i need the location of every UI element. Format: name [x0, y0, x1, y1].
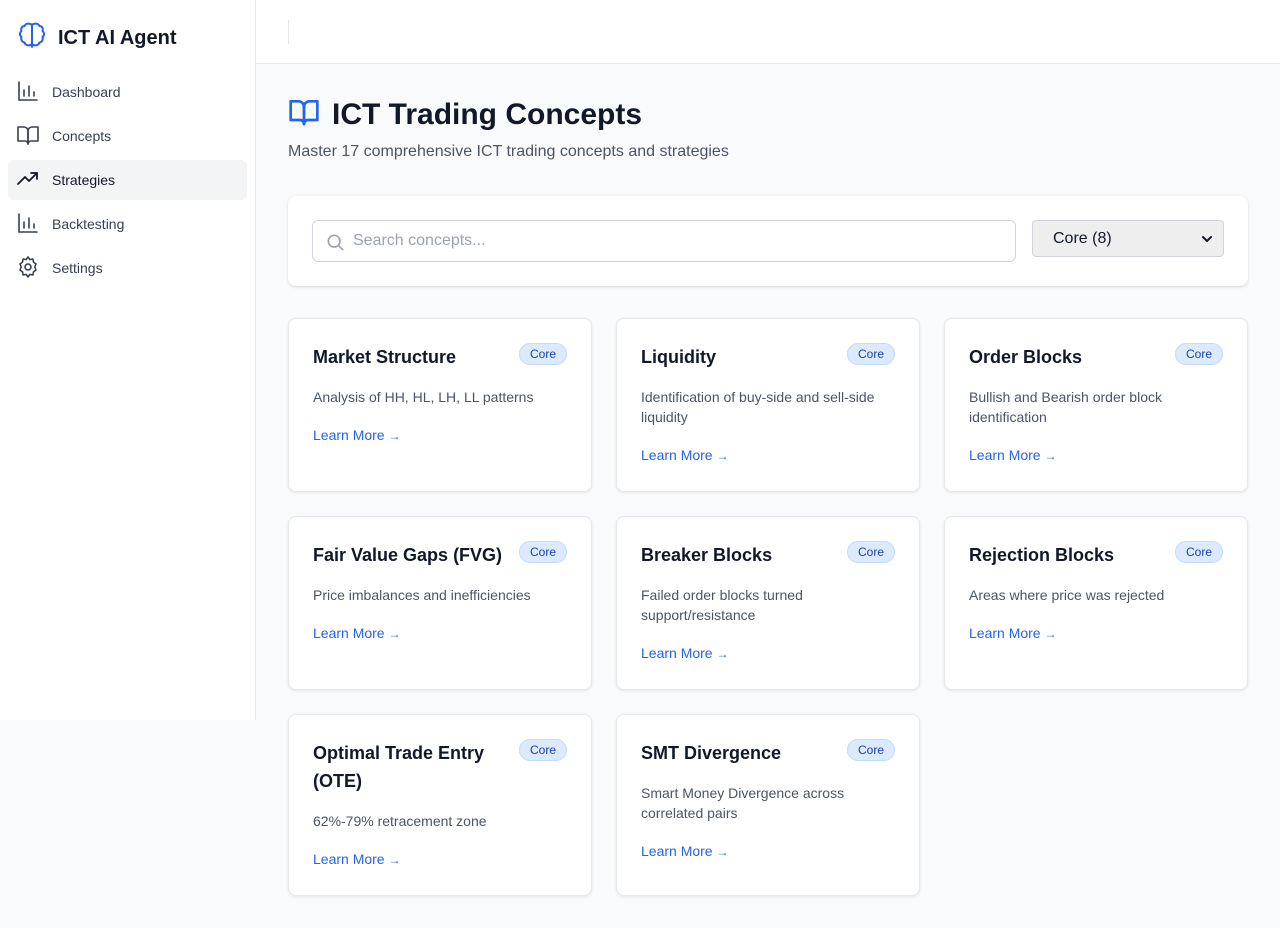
card-description: 62%-79% retracement zone	[313, 813, 487, 829]
card-title: Rejection Blocks	[969, 545, 1115, 565]
card-title: Order Blocks	[969, 347, 1083, 367]
sidebar-item-label: Backtesting	[52, 216, 125, 232]
sidebar-item-concepts[interactable]: Concepts	[8, 116, 247, 156]
card-title: Breaker Blocks	[641, 545, 773, 565]
category-badge: Core	[846, 541, 895, 563]
page-title: ICT Trading Concepts	[332, 97, 643, 131]
book-icon	[288, 96, 320, 133]
card-description: Bullish and Bearish order block identifi…	[969, 389, 1162, 425]
card-description: Areas where price was rejected	[969, 587, 1165, 603]
trending-up-icon	[16, 167, 52, 194]
sidebar-nav: Dashboard Concepts Strategies Backtestin…	[8, 72, 247, 292]
search-box[interactable]	[312, 220, 1016, 262]
learn-more-label: Learn More	[641, 843, 713, 859]
arrow-right-icon: →	[388, 429, 401, 443]
app-title: ICT AI Agent	[58, 27, 177, 49]
arrow-right-icon: →	[716, 845, 729, 859]
sidebar-item-label: Strategies	[52, 172, 116, 188]
concept-card: Liquidity Core Identification of buy-sid…	[616, 318, 920, 492]
arrow-right-icon: →	[388, 853, 401, 867]
category-badge: Core	[518, 739, 567, 761]
brand[interactable]: ICT AI Agent	[16, 20, 177, 57]
learn-more-link[interactable]: Learn More →	[641, 645, 729, 661]
category-badge: Core	[846, 343, 895, 365]
sidebar-item-label: Settings	[52, 260, 103, 276]
sidebar-item-label: Dashboard	[52, 84, 121, 100]
arrow-right-icon: →	[716, 647, 729, 661]
sidebar-item-label: Concepts	[52, 128, 112, 144]
search-input[interactable]	[353, 221, 1003, 261]
page-subtitle: Master 17 comprehensive ICT trading conc…	[288, 143, 729, 160]
category-badge: Core	[1174, 541, 1223, 563]
top-bar	[256, 0, 1280, 64]
sidebar-item-strategies[interactable]: Strategies	[8, 160, 247, 200]
learn-more-link[interactable]: Learn More →	[641, 843, 729, 859]
card-description: Smart Money Divergence across correlated…	[641, 785, 845, 821]
concept-card: Market Structure Core Analysis of HH, HL…	[288, 318, 592, 492]
learn-more-label: Learn More	[313, 625, 385, 641]
learn-more-label: Learn More	[313, 851, 385, 867]
sidebar-item-settings[interactable]: Settings	[8, 248, 247, 288]
learn-more-label: Learn More	[641, 645, 713, 661]
card-title: Liquidity	[641, 347, 716, 367]
concept-card: Order Blocks Core Bullish and Bearish or…	[944, 318, 1248, 492]
sidebar-item-dashboard[interactable]: Dashboard	[8, 72, 247, 112]
category-badge: Core	[518, 541, 567, 563]
page-header: ICT Trading Concepts	[288, 96, 642, 133]
learn-more-label: Learn More	[969, 625, 1041, 641]
category-select[interactable]: Core (8)	[1032, 220, 1224, 257]
concept-card: Fair Value Gaps (FVG) Core Price imbalan…	[288, 516, 592, 690]
card-title: SMT Divergence	[641, 743, 782, 763]
arrow-right-icon: →	[1044, 627, 1057, 641]
learn-more-link[interactable]: Learn More →	[313, 625, 401, 641]
sidebar-item-backtesting[interactable]: Backtesting	[8, 204, 247, 244]
category-badge: Core	[518, 343, 567, 365]
arrow-right-icon: →	[716, 449, 729, 463]
learn-more-label: Learn More	[313, 427, 385, 443]
topbar-divider	[288, 20, 289, 44]
learn-more-link[interactable]: Learn More →	[969, 625, 1057, 641]
learn-more-label: Learn More	[969, 447, 1041, 463]
category-badge: Core	[1174, 343, 1223, 365]
brain-icon	[16, 20, 48, 57]
card-title: Fair Value Gaps (FVG)	[313, 545, 503, 565]
learn-more-link[interactable]: Learn More →	[313, 851, 401, 867]
bar-chart-icon	[16, 211, 52, 238]
card-title: Optimal Trade Entry (OTE)	[313, 743, 485, 791]
learn-more-label: Learn More	[641, 447, 713, 463]
gear-icon	[16, 255, 52, 282]
bar-chart-icon	[16, 79, 52, 106]
learn-more-link[interactable]: Learn More →	[313, 427, 401, 443]
category-select-value: Core (8)	[1053, 229, 1112, 247]
concept-card: SMT Divergence Core Smart Money Divergen…	[616, 714, 920, 896]
concept-card: Optimal Trade Entry (OTE) Core 62%-79% r…	[288, 714, 592, 896]
card-description: Identification of buy-side and sell-side…	[641, 389, 875, 425]
filter-panel: Core (8)	[288, 196, 1248, 286]
sidebar: ICT AI Agent Dashboard Concepts Strategi…	[0, 0, 256, 720]
card-title: Market Structure	[313, 347, 457, 367]
arrow-right-icon: →	[388, 627, 401, 641]
card-description: Failed order blocks turned support/resis…	[641, 587, 803, 623]
learn-more-link[interactable]: Learn More →	[641, 447, 729, 463]
card-description: Price imbalances and inefficiencies	[313, 587, 531, 603]
book-icon	[16, 123, 52, 150]
learn-more-link[interactable]: Learn More →	[969, 447, 1057, 463]
card-description: Analysis of HH, HL, LH, LL patterns	[313, 389, 534, 405]
concept-card: Rejection Blocks Core Areas where price …	[944, 516, 1248, 690]
category-badge: Core	[846, 739, 895, 761]
arrow-right-icon: →	[1044, 449, 1057, 463]
concept-card: Breaker Blocks Core Failed order blocks …	[616, 516, 920, 690]
